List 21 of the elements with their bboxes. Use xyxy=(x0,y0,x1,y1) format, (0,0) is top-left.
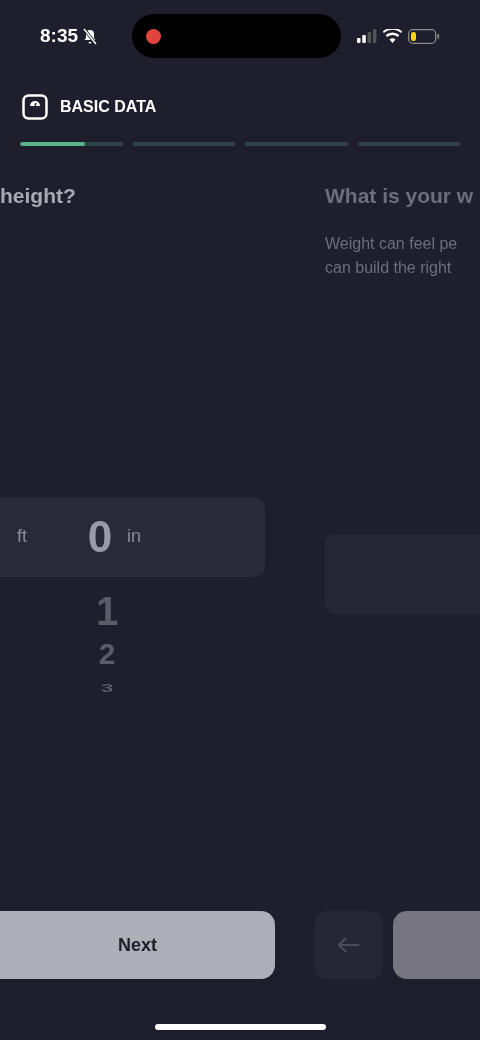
back-button[interactable] xyxy=(315,911,383,979)
scale-icon xyxy=(22,94,48,120)
signal-icon xyxy=(357,29,377,43)
picker-value[interactable]: 1 xyxy=(95,590,119,631)
unit-label: ft xyxy=(17,525,27,548)
description-line: Weight can feel pe xyxy=(325,233,459,254)
unit-label: in xyxy=(127,525,142,548)
description-line: can build the right xyxy=(325,257,453,278)
question-title: What is your w xyxy=(325,183,475,209)
picker-value[interactable]: 2 xyxy=(98,638,116,669)
next-button[interactable]: Next xyxy=(0,911,275,979)
question-title: height? xyxy=(0,183,76,209)
next-button[interactable] xyxy=(393,911,480,979)
wifi-icon xyxy=(383,29,402,43)
battery-icon xyxy=(408,28,440,44)
picker-value[interactable]: 3 xyxy=(100,682,114,693)
bell-muted-icon xyxy=(82,27,99,45)
picker-value[interactable]: 0 xyxy=(85,503,115,570)
section-title: BASIC DATA xyxy=(60,97,157,117)
status-time: 8:35 xyxy=(40,23,79,48)
arrow-left-icon xyxy=(338,937,360,953)
